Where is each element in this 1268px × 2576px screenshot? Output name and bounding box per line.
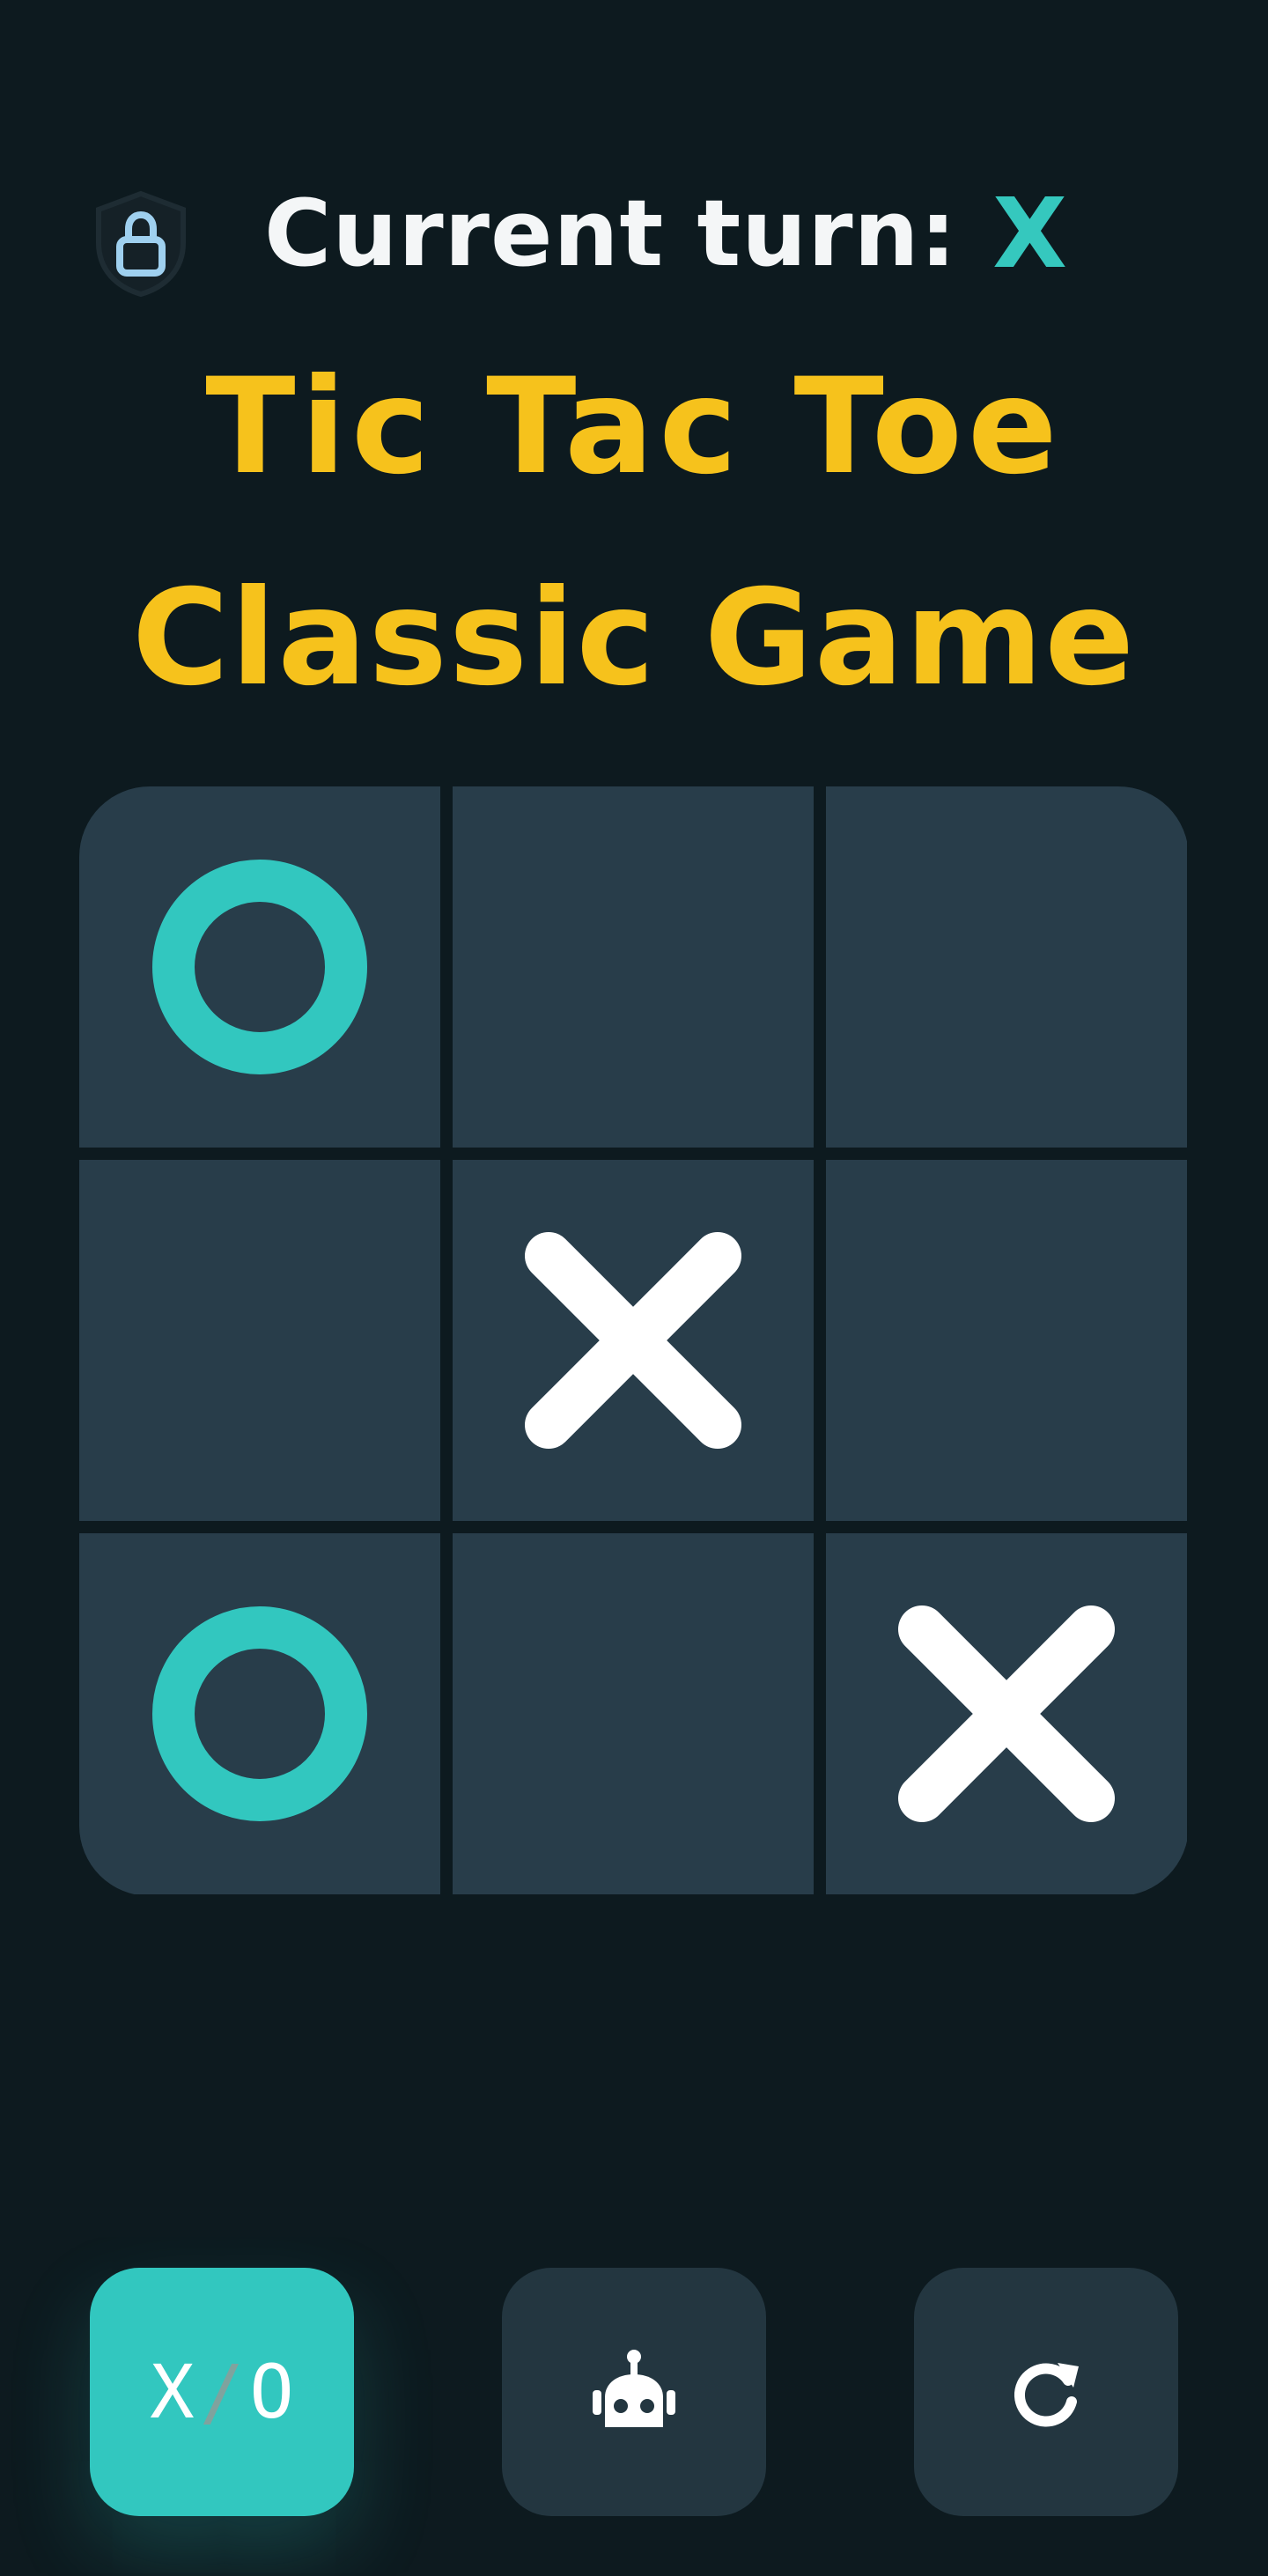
play-vs-bot-button[interactable] bbox=[502, 2268, 766, 2516]
board-cell-3[interactable] bbox=[826, 786, 1187, 1148]
mode-label: X/O bbox=[150, 2349, 294, 2435]
board-cell-1[interactable] bbox=[79, 786, 440, 1148]
x-mark-icon bbox=[525, 1232, 741, 1449]
o-mark-icon bbox=[152, 860, 367, 1074]
mode-x-label: X bbox=[150, 2349, 195, 2435]
board-cell-7[interactable] bbox=[79, 1533, 440, 1894]
x-mark-icon bbox=[898, 1605, 1115, 1822]
robot-icon bbox=[593, 2350, 675, 2427]
board-cell-2[interactable] bbox=[453, 786, 814, 1148]
current-turn-status: Current turn: X bbox=[264, 176, 1067, 291]
restart-icon bbox=[1014, 2363, 1079, 2427]
mode-o-label: O bbox=[249, 2349, 294, 2435]
turn-label: Current turn: bbox=[264, 180, 958, 287]
restart-button[interactable] bbox=[914, 2268, 1178, 2516]
mode-separator: / bbox=[199, 2349, 245, 2435]
shield-lock-icon bbox=[90, 188, 192, 298]
page-subtitle: Classic Game bbox=[131, 562, 1137, 715]
board-cell-5[interactable] bbox=[453, 1160, 814, 1521]
o-mark-icon bbox=[152, 1606, 367, 1821]
board-cell-9[interactable] bbox=[826, 1533, 1187, 1894]
board-cell-4[interactable] bbox=[79, 1160, 440, 1521]
turn-value: X bbox=[992, 177, 1067, 290]
board-cell-8[interactable] bbox=[453, 1533, 814, 1894]
game-board bbox=[79, 786, 1189, 1896]
page-title: Tic Tac Toe bbox=[205, 351, 1063, 504]
player-mode-button[interactable]: X/O bbox=[90, 2268, 354, 2516]
board-cell-6[interactable] bbox=[826, 1160, 1187, 1521]
